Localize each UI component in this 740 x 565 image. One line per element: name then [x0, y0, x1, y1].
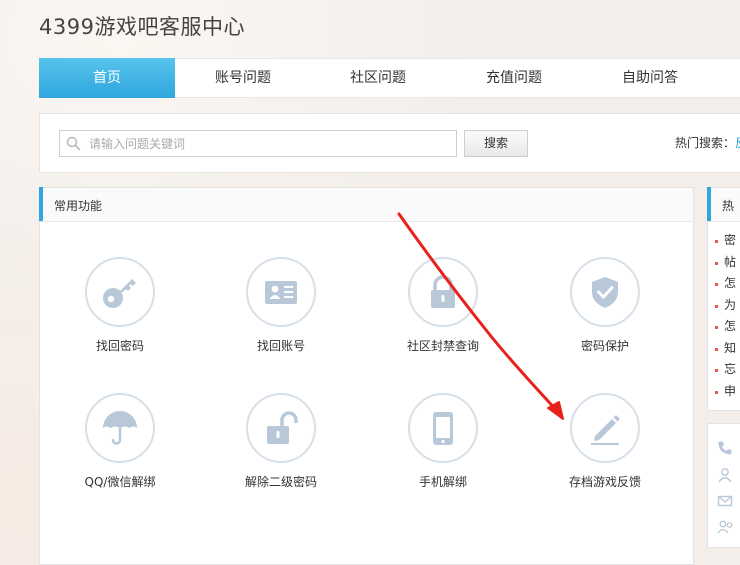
func-label: 找回账号	[256, 339, 305, 353]
users-icon	[717, 520, 733, 534]
side-list-item[interactable]: 忘	[708, 359, 740, 381]
func-circle	[85, 393, 155, 463]
side-list-item[interactable]: 怎	[708, 316, 740, 338]
side-list-item[interactable]: 密	[708, 230, 740, 252]
common-functions-panel: 常用功能 找回密码 找回账号 社区封禁查询 密码保护 QQ/微信解绑 解除二级密…	[39, 187, 694, 565]
side-list-item[interactable]: 为	[708, 295, 740, 317]
side-header: 热	[707, 187, 740, 222]
func-recover-password[interactable]: 找回密码	[60, 257, 180, 354]
search-button[interactable]: 搜索	[464, 130, 528, 157]
hot-questions-panel: 热 密 帖 怎 为 怎 知 忘 申	[707, 187, 740, 411]
id-card-icon	[265, 281, 297, 304]
func-circle	[246, 393, 316, 463]
search-icon	[66, 136, 81, 151]
panel-header: 常用功能	[39, 187, 693, 222]
nav-tab-home[interactable]: 首页	[39, 58, 175, 98]
func-password-protection[interactable]: 密码保护	[545, 257, 665, 354]
user-icon	[718, 468, 732, 483]
func-recover-account[interactable]: 找回账号	[221, 257, 341, 354]
side-list: 密 帖 怎 为 怎 知 忘 申	[708, 222, 740, 410]
site-title: 4399游戏吧客服中心	[39, 15, 245, 39]
func-circle	[408, 257, 478, 327]
side-list-item[interactable]: 怎	[708, 273, 740, 295]
func-circle	[570, 257, 640, 327]
func-circle	[85, 257, 155, 327]
bullet	[715, 261, 718, 265]
umbrella-icon	[103, 411, 137, 445]
func-label: 手机解绑	[418, 475, 467, 489]
side-list-item[interactable]: 帖	[708, 252, 740, 274]
bullet	[715, 369, 718, 372]
func-label: 社区封禁查询	[406, 339, 479, 353]
phone-call-icon	[718, 441, 732, 455]
bullet	[715, 347, 718, 351]
nav-tab-community[interactable]: 社区问题	[310, 59, 446, 97]
hot-search-link[interactable]: 反	[735, 136, 740, 150]
phone-icon	[433, 412, 453, 445]
nav-tab-recharge[interactable]: 充值问题	[446, 59, 582, 97]
side-list-item[interactable]: 知	[708, 338, 740, 360]
func-circle	[408, 393, 478, 463]
key-icon	[103, 279, 136, 308]
func-remove-second-password[interactable]: 解除二级密码	[221, 393, 341, 490]
func-ban-query[interactable]: 社区封禁查询	[383, 257, 503, 354]
func-qq-wechat-unbind[interactable]: QQ/微信解绑	[60, 393, 180, 490]
side-list-item[interactable]: 申	[708, 381, 740, 403]
func-circle	[570, 393, 640, 463]
func-save-game-feedback[interactable]: 存档游戏反馈	[545, 393, 665, 490]
func-circle	[246, 257, 316, 327]
func-label: 密码保护	[580, 339, 629, 353]
func-phone-unbind[interactable]: 手机解绑	[383, 393, 503, 490]
bullet	[715, 390, 718, 394]
bullet	[715, 304, 718, 308]
nav-tab-self-help[interactable]: 自助问答	[582, 59, 718, 97]
search-input[interactable]	[87, 133, 451, 155]
lock-icon	[431, 275, 455, 308]
bullet	[715, 326, 718, 329]
contact-panel	[707, 423, 740, 548]
func-label: 存档游戏反馈	[568, 475, 641, 489]
side-title: 热	[722, 199, 735, 213]
unlock-icon	[267, 411, 298, 444]
func-label: 找回密码	[95, 339, 144, 353]
panel-title: 常用功能	[54, 199, 103, 213]
func-label: QQ/微信解绑	[84, 475, 156, 489]
bullet	[715, 283, 718, 286]
search-field[interactable]	[59, 130, 457, 157]
mail-icon	[717, 495, 733, 507]
pencil-icon	[591, 415, 620, 445]
hot-search-label: 热门搜索：	[675, 136, 736, 150]
search-bar: 搜索 热门搜索：反	[39, 113, 740, 173]
func-label: 解除二级密码	[244, 475, 317, 489]
panel-accent-bar	[39, 187, 43, 221]
nav-tab-account[interactable]: 账号问题	[175, 59, 311, 97]
hot-search: 热门搜索：反	[675, 134, 740, 151]
side-accent-bar	[707, 187, 711, 221]
bullet	[715, 240, 718, 243]
shield-check-icon	[592, 277, 618, 308]
main-nav: 首页 账号问题 社区问题 充值问题 自助问答	[39, 58, 740, 98]
